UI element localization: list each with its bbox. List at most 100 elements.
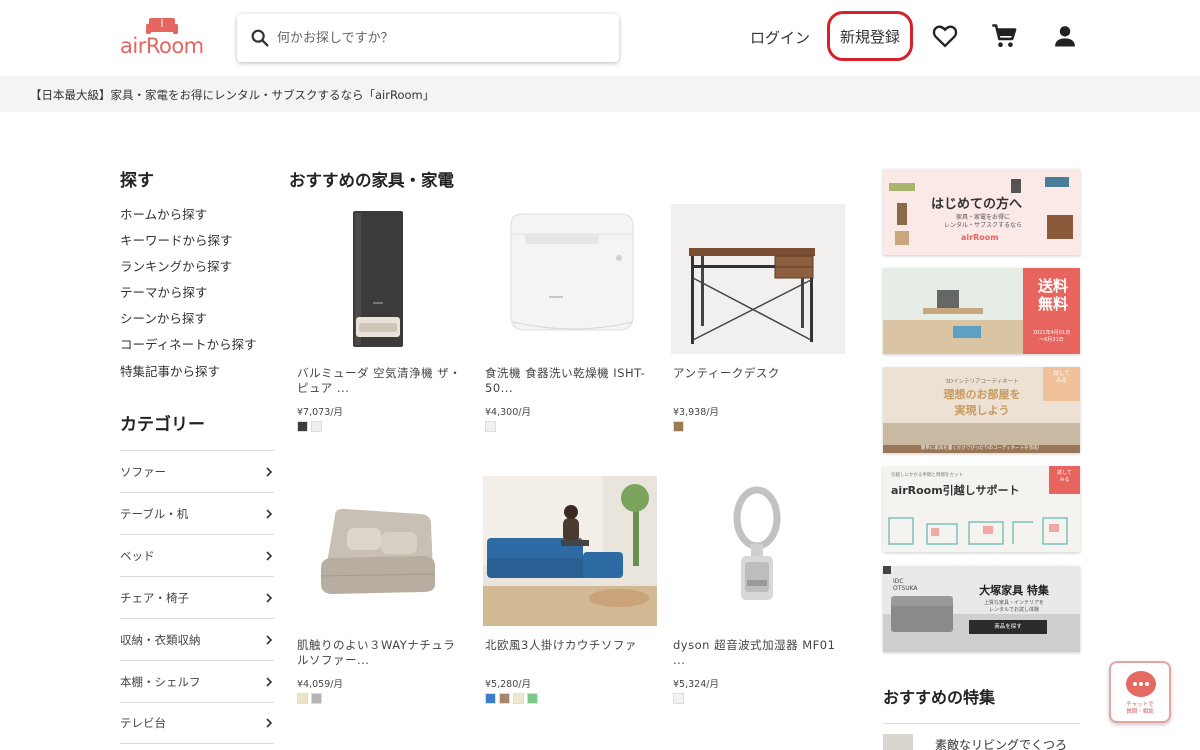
product-card[interactable]: アンティークデスク ¥3,938/月 [671, 204, 845, 432]
announcement-strip: 【日本最大級】家具・家電をお得にレンタル・サブスクするなら「airRoom」 [0, 76, 1200, 112]
heart-icon[interactable] [931, 22, 959, 50]
product-price: ¥4,300/月 [485, 407, 531, 418]
product-card[interactable]: dyson 超音波式加湿器 MF01 ... ¥5,324/月 [671, 476, 845, 704]
product-name: 食洗機 食器洗い乾燥機 ISHT-50... [485, 366, 646, 395]
header: airRoom ログイン 新規登録 [0, 0, 1200, 76]
color-swatch[interactable] [297, 421, 308, 432]
banner-title: はじめての方へ [931, 197, 1023, 212]
product-image[interactable] [295, 476, 469, 626]
banner-free-shipping[interactable]: 送料 無料 2021年4月01日 〜6月31日 [883, 268, 1080, 354]
product-name: アンティークデスク [673, 366, 780, 380]
color-swatch[interactable] [527, 693, 538, 704]
product-image[interactable] [671, 204, 845, 354]
banner-subtitle: 引越しにかかる手間と時間をカット [891, 473, 963, 478]
product-card[interactable]: 食洗機 食器洗い乾燥機 ISHT-50... ¥4,300/月 [483, 204, 657, 432]
banner-subtitle: 家具・家電をお得に レンタル・サブスクするなら [943, 214, 1022, 229]
product-card[interactable]: 肌触りのよい３WAYナチュラルソファー... ¥4,059/月 [295, 476, 469, 704]
category-label: テーブル・机 [120, 506, 189, 521]
product-price: ¥5,280/月 [485, 679, 531, 690]
banner-3d-interior[interactable]: 3Dインテリアコーディネート 理想のお部屋を 実現しよう 試して みる 簡単に家… [883, 367, 1080, 453]
cart-icon[interactable] [990, 22, 1018, 50]
category-item-tv-stand[interactable]: テレビ台 [120, 702, 274, 744]
product-price: ¥4,059/月 [297, 679, 343, 690]
banner-otsuka[interactable]: IDC OTSUKA 大塚家具 特集 上質な家具・インテリアを レンタルでお試し… [883, 566, 1080, 652]
banner-badge: 試して みる [1057, 470, 1072, 483]
color-swatches [485, 693, 657, 704]
product-image[interactable] [295, 204, 469, 354]
register-button[interactable]: 新規登録 [827, 11, 913, 61]
recommended-section-title: おすすめの家具・家電 [289, 171, 454, 190]
banner-button[interactable]: 商品を探す [969, 622, 1047, 630]
feature-thumbnail [883, 734, 913, 750]
banner-subtitle: 上質な家具・インテリアを レンタルでお試し体験 [983, 600, 1044, 613]
chat-label: チャットで 質問・相談 [1126, 702, 1154, 715]
sidebar-link-ranking[interactable]: ランキングから探す [120, 256, 232, 275]
category-item-sofa[interactable]: ソファー [120, 450, 274, 492]
category-label: テレビ台 [120, 716, 166, 730]
category-label: ソファー [120, 464, 166, 479]
category-item-bed[interactable]: ベッド [120, 534, 274, 576]
product-price: ¥7,073/月 [297, 407, 343, 418]
sidebar-link-keyword[interactable]: キーワードから探す [120, 230, 233, 249]
color-swatch[interactable] [499, 693, 510, 704]
color-swatches [297, 693, 469, 704]
product-name: 肌触りのよい３WAYナチュラルソファー... [297, 638, 456, 667]
color-swatch[interactable] [673, 693, 684, 704]
product-image[interactable] [671, 476, 845, 626]
login-link[interactable]: ログイン [750, 27, 810, 48]
color-swatch[interactable] [297, 693, 308, 704]
category-section-title: カテゴリー [120, 415, 205, 435]
color-swatches [673, 693, 845, 704]
color-swatches [673, 421, 845, 432]
sidebar-link-scene[interactable]: シーンから探す [120, 308, 207, 327]
divider [883, 723, 1080, 724]
product-card[interactable]: 北欧風3人掛けカウチソファ ¥5,280/月 [483, 476, 657, 704]
product-price: ¥3,938/月 [673, 407, 719, 418]
chevron-right-icon [266, 466, 273, 477]
chevron-right-icon [266, 718, 273, 728]
color-swatch[interactable] [513, 693, 524, 704]
sidebar-link-theme[interactable]: テーマから探す [120, 282, 208, 301]
chat-button[interactable]: チャットで 質問・相談 [1109, 661, 1171, 723]
register-label: 新規登録 [839, 27, 900, 46]
color-swatch[interactable] [311, 421, 322, 432]
category-item-chair[interactable]: チェア・椅子 [120, 576, 274, 618]
search-box[interactable] [237, 14, 619, 62]
product-image[interactable] [483, 476, 657, 626]
sidebar-link-home[interactable]: ホームから探す [120, 204, 207, 223]
logo[interactable]: airRoom [120, 18, 204, 58]
color-swatch[interactable] [311, 693, 322, 704]
feature-item[interactable]: 素敵なリビングでくつろ [883, 734, 1080, 750]
sidebar-link-coordinate[interactable]: コーディネートから探す [120, 334, 257, 353]
banner-title: airRoom引越しサポート [891, 484, 1020, 497]
category-label: 収納・衣類収納 [120, 632, 201, 647]
sidebar-link-articles[interactable]: 特集記事から探す [120, 361, 220, 380]
chevron-right-icon [266, 676, 273, 687]
feature-title: 素敵なリビングでくつろ [935, 738, 1068, 750]
banner-first-time[interactable]: はじめての方へ 家具・家電をお得に レンタル・サブスクするなら airRoom [883, 169, 1080, 255]
color-swatch[interactable] [485, 693, 496, 704]
category-list: ソファー テーブル・机 ベッド チェア・椅子 収納・衣類収納 本棚・シェルフ テ… [120, 450, 274, 744]
user-icon[interactable] [1051, 22, 1079, 50]
category-item-storage[interactable]: 収納・衣類収納 [120, 618, 274, 660]
product-image[interactable] [483, 204, 657, 354]
search-section-title: 探す [120, 171, 154, 191]
chevron-right-icon [266, 634, 273, 645]
category-item-shelf[interactable]: 本棚・シェルフ [120, 660, 274, 702]
color-swatches [297, 421, 469, 432]
category-item-table[interactable]: テーブル・机 [120, 492, 274, 534]
recommended-features-title: おすすめの特集 [883, 688, 996, 707]
color-swatches [485, 421, 657, 432]
search-icon [251, 29, 269, 47]
otsuka-logo: IDC OTSUKA [893, 578, 918, 592]
product-card[interactable]: バルミューダ 空気清浄機 ザ・ピュア ... ¥7,073/月 [295, 204, 469, 432]
banner-moving-support[interactable]: 引越しにかかる手間と時間をカット airRoom引越しサポート 試して みる [883, 466, 1080, 552]
product-name: 北欧風3人掛けカウチソファ [485, 638, 637, 652]
banner-title: 送料 無料 [1037, 277, 1068, 313]
banner-badge: 試して みる [1053, 371, 1070, 384]
color-swatch[interactable] [673, 421, 684, 432]
color-swatch[interactable] [485, 421, 496, 432]
chevron-right-icon [266, 508, 273, 519]
banner-subtitle: 2021年4月01日 〜6月31日 [1032, 330, 1071, 343]
search-input[interactable] [277, 24, 607, 52]
